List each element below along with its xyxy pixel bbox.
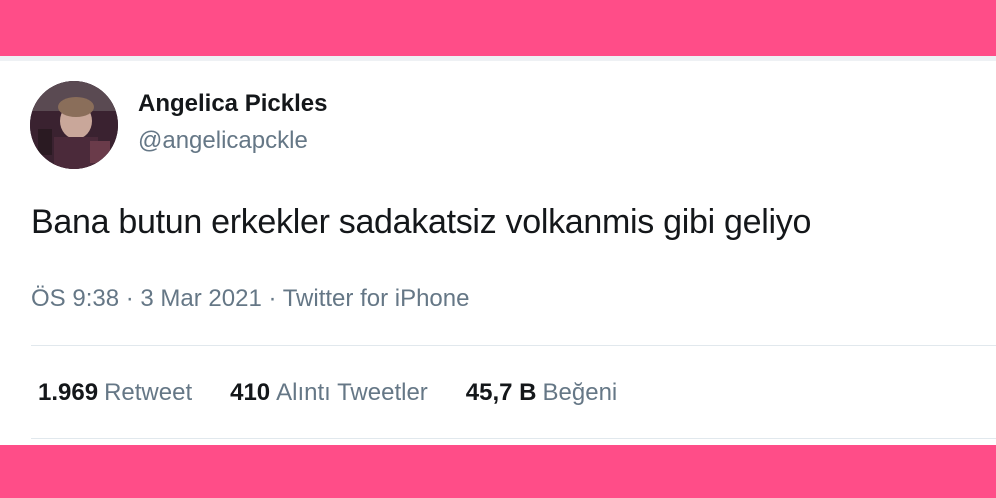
tweet-text: Bana butun erkekler sadakatsiz volkanmis… xyxy=(31,203,812,241)
divider xyxy=(31,345,996,346)
bottom-frame-band xyxy=(0,445,996,498)
quotes-stat[interactable]: 410 Alıntı Tweetler xyxy=(230,379,428,407)
tweet-date-link[interactable]: 3 Mar 2021 xyxy=(140,285,261,312)
likes-count: 45,7 B xyxy=(465,379,537,406)
tweet-time-link[interactable]: ÖS 9:38 xyxy=(31,285,119,312)
quotes-count: 410 xyxy=(230,379,271,406)
meta-separator: · xyxy=(268,285,277,312)
avatar[interactable] xyxy=(30,81,118,169)
likes-stat[interactable]: 45,7 B Beğeni xyxy=(466,379,617,407)
retweets-stat[interactable]: 1.969 Retweet xyxy=(38,379,192,407)
quotes-label: Alıntı Tweetler xyxy=(276,379,428,406)
user-avatar-photo-icon xyxy=(30,81,118,169)
tweet-meta: ÖS 9:38 · 3 Mar 2021 · Twitter for iPhon… xyxy=(31,285,469,313)
tweet-source-link[interactable]: Twitter for iPhone xyxy=(283,285,470,312)
user-handle[interactable]: @angelicapckle xyxy=(138,127,308,155)
tweet-stats: 1.969 Retweet 410 Alıntı Tweetler 45,7 B Be… xyxy=(38,379,617,407)
meta-separator: · xyxy=(125,285,134,312)
retweets-label: Retweet xyxy=(104,379,193,406)
display-name[interactable]: Angelica Pickles xyxy=(138,90,327,118)
divider-bottom xyxy=(31,438,996,439)
likes-label: Beğeni xyxy=(542,379,618,406)
retweets-count: 1.969 xyxy=(38,379,99,406)
card-top-border xyxy=(0,56,996,61)
top-frame-band xyxy=(0,0,996,56)
